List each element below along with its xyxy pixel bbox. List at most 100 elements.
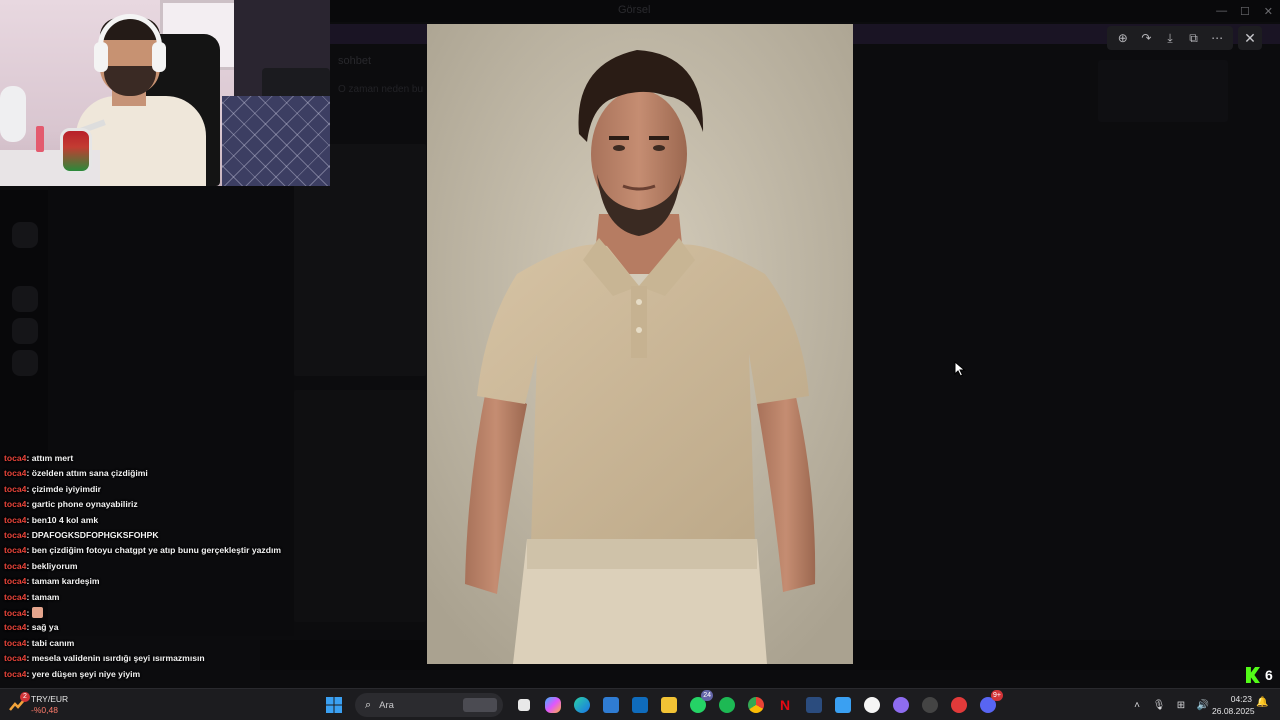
chat-message: toca4: ben çizdiğim fotoyu chatgpt ye at…	[4, 545, 281, 560]
clock-date: 26.08.2025	[1212, 706, 1255, 716]
chat-username[interactable]: toca4	[4, 484, 26, 494]
chat-username[interactable]: toca4	[4, 453, 26, 463]
minimize-icon[interactable]: —	[1212, 5, 1232, 17]
chat-message: toca4: yere düşen şeyi niye yiyim	[4, 669, 140, 684]
forward-icon[interactable]: ↷	[1136, 28, 1156, 48]
chat-username[interactable]: toca4	[4, 608, 26, 618]
store-button[interactable]	[599, 693, 623, 717]
microphone-icon[interactable]: 🎙	[1152, 700, 1166, 711]
netflix-button[interactable]: N	[773, 693, 797, 717]
chat-message: toca4: tamam kardeşim	[4, 576, 100, 591]
chat-message: toca4:	[4, 607, 43, 622]
whatsapp-button[interactable]: 24	[686, 690, 713, 717]
network-icon[interactable]: ⊞	[1174, 700, 1188, 711]
chat-username[interactable]: toca4	[4, 530, 26, 540]
app-icon	[922, 697, 938, 713]
chat-username[interactable]: toca4	[4, 499, 26, 509]
chat-username[interactable]: toca4	[4, 468, 26, 478]
search-icon: ⌕	[365, 698, 372, 711]
chevron-up-icon[interactable]: ˄	[1130, 700, 1144, 711]
chat-separator: :	[26, 576, 30, 587]
app-button[interactable]	[889, 693, 913, 717]
netflix-icon: N	[779, 697, 791, 713]
server-icon	[12, 350, 38, 376]
chat-separator: :	[26, 622, 30, 633]
chat-username[interactable]: toca4	[4, 545, 26, 555]
window-close-icon[interactable]: ✕	[1258, 5, 1278, 18]
chat-username[interactable]: toca4	[4, 561, 26, 571]
chat-message: toca4: gartic phone oynayabiliriz	[4, 499, 138, 514]
chat-username[interactable]: toca4	[4, 576, 26, 586]
image-viewer-toolbar: ⊕ ↷ ⤓ ⧉ ⋯	[1107, 26, 1233, 50]
chat-username[interactable]: toca4	[4, 638, 26, 648]
chat-username[interactable]: toca4	[4, 669, 26, 679]
microphone	[60, 128, 92, 174]
taskbar-search[interactable]: ⌕ Ara	[355, 693, 503, 717]
app-button[interactable]	[802, 693, 826, 717]
chrome-button[interactable]	[744, 693, 768, 717]
widget-badge: 2	[20, 692, 30, 702]
viewer-count-badge: 6	[1246, 666, 1273, 684]
chat-text: tamam kardeşim	[31, 576, 100, 587]
chat-text: çizimde iyiyimdir	[31, 483, 101, 494]
app-button[interactable]	[860, 693, 884, 717]
copilot-button[interactable]	[541, 693, 565, 717]
chat-username[interactable]: toca4	[4, 622, 26, 632]
chrome-icon	[748, 697, 764, 713]
chat-username[interactable]: toca4	[4, 592, 26, 602]
spotify-button[interactable]	[715, 693, 739, 717]
whatsapp-badge: 24	[701, 690, 713, 701]
chat-text: sağ ya	[31, 622, 59, 633]
viewer-image[interactable]	[427, 24, 853, 664]
maximize-icon[interactable]: ☐	[1235, 5, 1255, 18]
store-icon	[603, 697, 619, 713]
task-view-button[interactable]	[512, 693, 536, 717]
chat-username[interactable]: toca4	[4, 653, 26, 663]
chat-separator: :	[26, 468, 30, 479]
right-panel	[1098, 60, 1228, 122]
zoom-in-icon[interactable]: ⊕	[1113, 28, 1133, 48]
file-explorer-button[interactable]	[657, 693, 681, 717]
discord-badge: 9+	[991, 690, 1003, 701]
chat-cutoff-line	[4, 438, 64, 446]
taskbar-apps: ⌕ Ara 24 N 9+	[322, 690, 1003, 718]
app-button[interactable]	[831, 693, 855, 717]
app-button[interactable]	[947, 693, 971, 717]
notification-bell-icon[interactable]: 🔔	[1256, 697, 1270, 711]
server-icon	[12, 222, 38, 248]
server-icon	[12, 286, 38, 312]
windows-logo-icon	[326, 697, 342, 713]
channel-message-preview: O zaman neden bu	[338, 84, 424, 95]
more-icon[interactable]: ⋯	[1207, 28, 1227, 48]
window-controls: — ☐ ✕	[1210, 2, 1280, 20]
volume-icon[interactable]: 🔊	[1196, 700, 1210, 711]
chat-emote-icon	[31, 607, 43, 618]
edge-icon	[574, 697, 590, 713]
chat-text: DPAFOGKSDFOPHGKSFOHPK	[31, 530, 159, 540]
chat-text: attım mert	[31, 453, 74, 463]
download-icon[interactable]: ⤓	[1160, 28, 1180, 48]
spotify-icon	[719, 697, 735, 713]
widgets-button[interactable]: 2 TRY/EUR -%0,48	[8, 692, 68, 718]
clock[interactable]: 04:23 26.08.2025	[1212, 693, 1255, 717]
start-button[interactable]	[322, 693, 346, 717]
chat-separator: :	[26, 560, 30, 571]
chat-text: ben10 4 kol amk	[31, 514, 99, 525]
task-view-icon	[518, 699, 530, 711]
chat-separator: :	[26, 653, 30, 664]
edge-button[interactable]	[570, 693, 594, 717]
app-title: Görsel	[618, 4, 651, 16]
discord-button[interactable]: 9+	[976, 690, 1003, 717]
app-button[interactable]	[918, 693, 942, 717]
outlook-button[interactable]	[628, 693, 652, 717]
chat-text: tabi canım	[31, 637, 75, 648]
chat-message: toca4: bekliyorum	[4, 561, 78, 576]
search-placeholder: Ara	[379, 699, 394, 711]
mouse-cursor-icon	[954, 361, 966, 377]
close-icon[interactable]: ✕	[1238, 26, 1262, 50]
chat-username[interactable]: toca4	[4, 515, 26, 525]
outlook-icon	[632, 697, 648, 713]
channel-header: sohbet	[338, 55, 372, 67]
open-external-icon[interactable]: ⧉	[1184, 28, 1204, 48]
chat-text: yere düşen şeyi niye yiyim	[31, 668, 141, 679]
